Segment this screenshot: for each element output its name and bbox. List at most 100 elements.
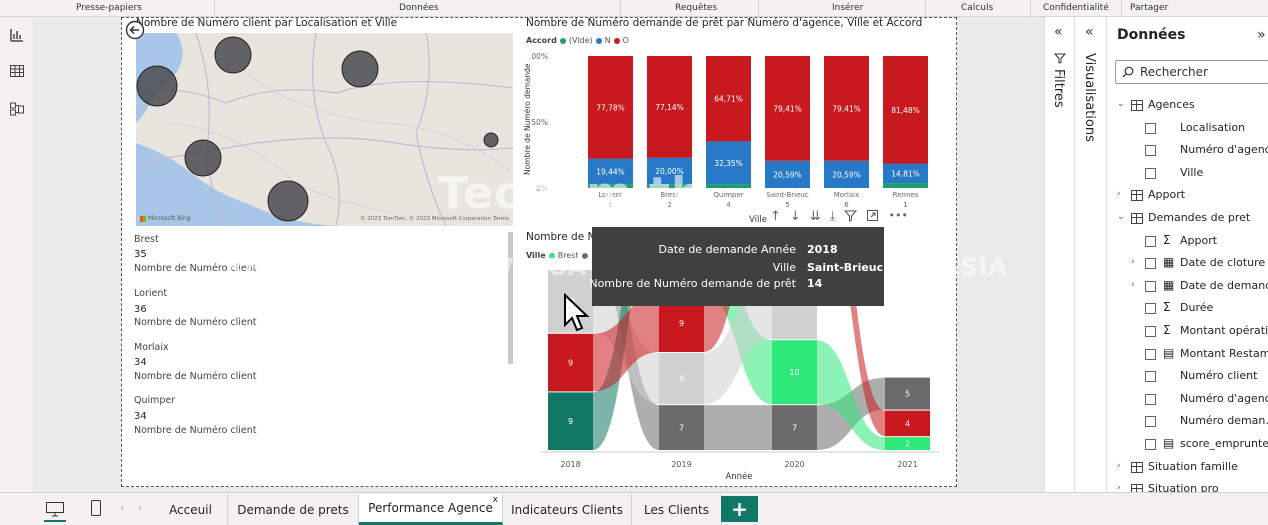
field-node[interactable]: ▤ Montant Restam... bbox=[1107, 346, 1268, 364]
add-page-button[interactable]: + bbox=[721, 496, 758, 522]
field-checkbox[interactable] bbox=[1145, 280, 1156, 292]
expand-chevron-icon[interactable]: ⌄ bbox=[1117, 99, 1125, 109]
field-node[interactable]: Numéro deman... bbox=[1107, 413, 1268, 431]
table-icon bbox=[1131, 461, 1143, 473]
collapse-chevron-icon[interactable]: › bbox=[1117, 461, 1121, 471]
table-view-icon[interactable] bbox=[9, 63, 25, 79]
close-tab-icon[interactable]: x bbox=[493, 495, 498, 505]
data-label: 79,41% bbox=[773, 104, 802, 113]
legend-item[interactable]: (Vide) bbox=[569, 36, 593, 45]
legend-item[interactable]: N bbox=[605, 36, 611, 45]
field-node[interactable]: › ▦ Date de cloture bbox=[1107, 255, 1268, 273]
collapse-chevron-icon[interactable]: › bbox=[1117, 189, 1121, 199]
field-node[interactable]: Ville bbox=[1107, 165, 1268, 183]
chart-tooltip: Date de demande Année 2018 Ville Saint-B… bbox=[589, 227, 884, 306]
bing-logo: Microsoft Bing bbox=[140, 215, 191, 222]
field-checkbox[interactable] bbox=[1145, 167, 1156, 179]
mobile-layout-icon[interactable] bbox=[90, 499, 102, 517]
card-city: Quimper bbox=[134, 395, 176, 406]
model-view-icon[interactable] bbox=[9, 101, 25, 117]
field-checkbox[interactable] bbox=[1145, 416, 1156, 428]
field-checkbox[interactable] bbox=[1145, 348, 1156, 360]
card-value: 36 bbox=[134, 304, 147, 315]
field-node[interactable]: Localisation bbox=[1107, 120, 1268, 138]
search-box[interactable]: Rechercher bbox=[1115, 60, 1268, 84]
expand-all-icon[interactable]: ⇊ bbox=[810, 209, 821, 224]
card-value: 34 bbox=[134, 357, 147, 368]
expand-chevron-icon[interactable]: » bbox=[1257, 27, 1266, 43]
collapse-chevron-icon[interactable]: › bbox=[1131, 257, 1135, 267]
table-label: Apport bbox=[1148, 188, 1186, 202]
visualizations-pane-collapsed[interactable]: « Visualisations bbox=[1074, 17, 1106, 492]
visualizations-label[interactable]: Visualisations bbox=[1082, 53, 1097, 142]
field-checkbox[interactable] bbox=[1145, 371, 1156, 383]
map-bubble[interactable] bbox=[214, 36, 252, 74]
drill-down-icon[interactable]: ↓ bbox=[790, 209, 801, 224]
map-title: Nombre de Numéro client par Localisation… bbox=[136, 17, 398, 29]
map-bubble[interactable] bbox=[184, 139, 222, 177]
legend-item[interactable]: O bbox=[623, 36, 629, 45]
map-bubble[interactable] bbox=[341, 50, 379, 88]
more-options-icon[interactable]: ••• bbox=[888, 209, 907, 224]
field-checkbox[interactable] bbox=[1145, 439, 1156, 450]
field-node[interactable]: Numéro d'agence bbox=[1107, 142, 1268, 160]
report-view-icon[interactable] bbox=[9, 27, 25, 43]
field-checkbox[interactable] bbox=[1145, 303, 1156, 315]
field-node[interactable]: Σ Montant opérati... bbox=[1107, 323, 1268, 341]
field-node[interactable]: Numéro d'agence bbox=[1107, 391, 1268, 409]
collapse-chevron-icon[interactable]: › bbox=[1131, 280, 1135, 290]
filters-label[interactable]: Filtres bbox=[1051, 69, 1066, 108]
drill-up-icon[interactable]: ↑ bbox=[770, 209, 781, 224]
bar-segment[interactable] bbox=[706, 184, 751, 188]
table-label: Demandes de pret bbox=[1148, 211, 1251, 224]
desktop-layout-icon[interactable] bbox=[45, 501, 65, 517]
ribbon-group-privacy: Confidentialité bbox=[1043, 3, 1109, 13]
filter-icon[interactable] bbox=[844, 209, 858, 222]
data-label: 77,78% bbox=[596, 103, 625, 112]
map-bubble[interactable] bbox=[483, 132, 499, 148]
expand-chevron-icon[interactable]: ⌄ bbox=[1117, 212, 1125, 222]
collapse-chevron-icon[interactable]: « bbox=[1054, 24, 1063, 40]
tab-performance-agence[interactable]: Performance Agence x bbox=[359, 494, 503, 525]
field-node[interactable]: Σ Durée bbox=[1107, 300, 1268, 318]
map-bubble[interactable] bbox=[136, 65, 178, 107]
search-input[interactable]: Rechercher bbox=[1140, 65, 1208, 79]
tab-les-clients[interactable]: Les Clients bbox=[632, 494, 722, 525]
field-checkbox[interactable] bbox=[1145, 258, 1156, 270]
field-node[interactable]: Σ Apport bbox=[1107, 233, 1268, 251]
stacked-x-label: Ville bbox=[749, 215, 767, 225]
focus-mode-icon[interactable] bbox=[866, 209, 879, 222]
table-node[interactable]: ⌄ Demandes de pret bbox=[1107, 210, 1268, 228]
map-bubble[interactable] bbox=[267, 180, 309, 222]
field-node[interactable]: ▤ score_emprunteur bbox=[1107, 436, 1268, 454]
table-node[interactable]: › Apport bbox=[1107, 187, 1268, 205]
tab-scroll-right-icon[interactable]: › bbox=[138, 501, 142, 514]
tab-scroll-left-icon[interactable]: ‹ bbox=[120, 501, 124, 514]
tab-indicateurs-clients[interactable]: Indicateurs Clients bbox=[503, 494, 632, 525]
back-arrow-icon[interactable] bbox=[125, 20, 145, 40]
expand-next-icon[interactable]: ⤓ bbox=[830, 209, 836, 224]
tab-demande-de-prets[interactable]: Demande de prets bbox=[228, 494, 359, 525]
field-checkbox[interactable] bbox=[1145, 122, 1156, 134]
bar-segment[interactable] bbox=[883, 183, 928, 188]
segment-label: 8 bbox=[679, 375, 684, 384]
field-checkbox[interactable] bbox=[1145, 235, 1156, 247]
tooltip-value: 2018 bbox=[807, 243, 838, 256]
collapse-chevron-icon[interactable]: « bbox=[1085, 24, 1094, 40]
tab-acceuil[interactable]: Acceuil bbox=[154, 494, 228, 525]
tooltip-key: Nombre de Numéro demande de prêt bbox=[589, 277, 796, 290]
ribbon-band[interactable] bbox=[704, 405, 772, 450]
card-list-scrollbar[interactable] bbox=[508, 232, 513, 364]
filters-pane-collapsed[interactable]: « Filtres bbox=[1044, 17, 1074, 492]
field-checkbox[interactable] bbox=[1145, 393, 1156, 405]
table-node[interactable]: › Situation famille bbox=[1107, 459, 1268, 477]
table-node[interactable]: ⌄ Agences bbox=[1107, 97, 1268, 115]
field-node[interactable]: Numéro client bbox=[1107, 368, 1268, 386]
field-checkbox[interactable] bbox=[1145, 326, 1156, 337]
x-tick-label: 2018 bbox=[560, 460, 580, 469]
field-checkbox[interactable] bbox=[1145, 145, 1156, 157]
field-node[interactable]: › ▦ Date de demande bbox=[1107, 278, 1268, 296]
data-label: 77,14% bbox=[655, 103, 684, 112]
search-icon bbox=[1122, 66, 1134, 78]
calendar-icon: ▦ bbox=[1163, 255, 1175, 270]
